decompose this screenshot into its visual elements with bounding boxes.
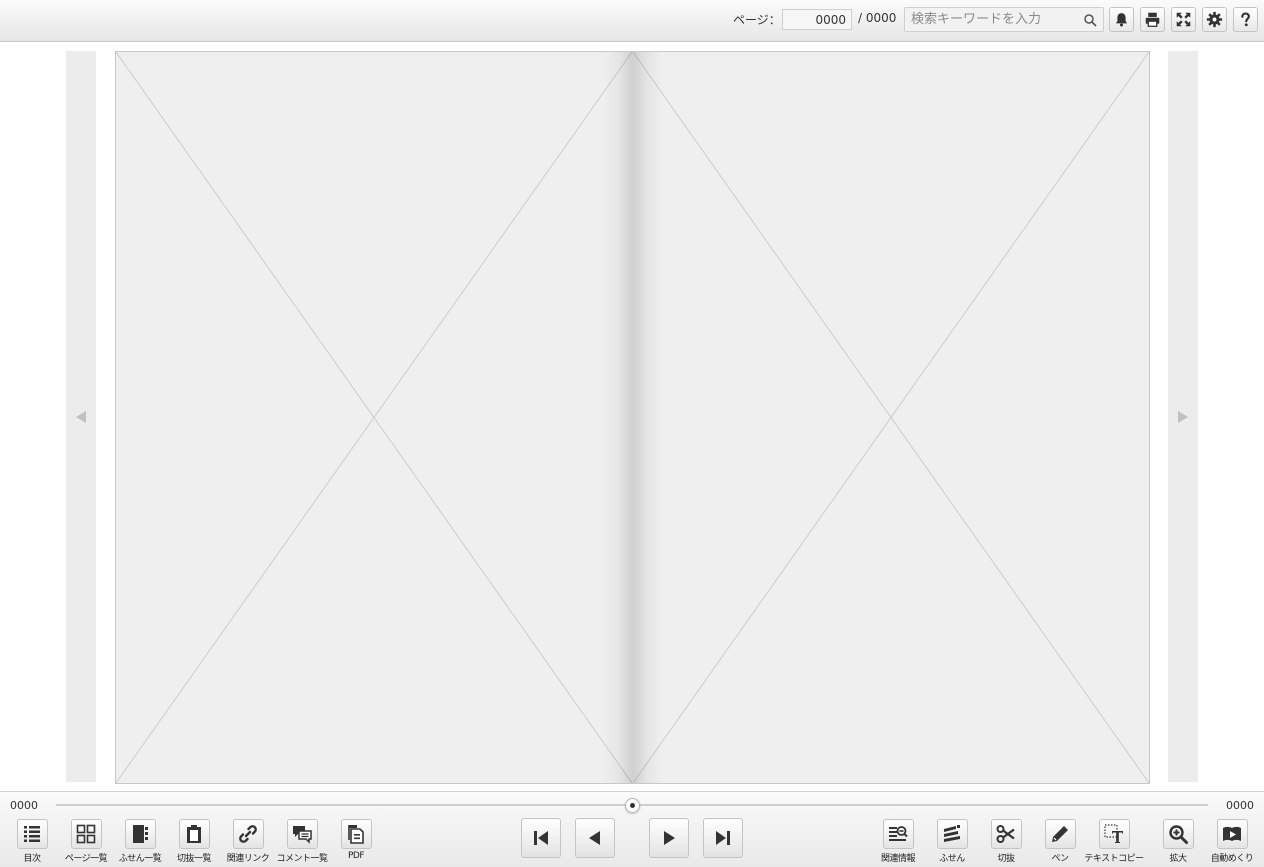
related-links-label: 関連リンク: [226, 854, 270, 864]
search-icon[interactable]: [1083, 12, 1097, 27]
link-icon: [239, 825, 257, 843]
help-button[interactable]: [1233, 7, 1258, 32]
search-box: [904, 7, 1104, 32]
sticky-list-tool[interactable]: ふせん一覧: [116, 819, 164, 864]
text-copy-label: テキストコピー: [1084, 854, 1144, 864]
prev-page-icon: [589, 831, 600, 845]
image-placeholder-icon: [633, 52, 1149, 783]
sticky-button[interactable]: [936, 819, 968, 849]
pen-label: ペン: [1051, 854, 1069, 864]
sticky-notes-icon: [133, 825, 148, 843]
sticky-note-icon: [944, 825, 960, 842]
text-copy-tool[interactable]: テキストコピー: [1084, 819, 1144, 864]
comments-icon: [293, 826, 312, 844]
sticky-list-label: ふせん一覧: [118, 854, 162, 864]
next-page-button[interactable]: [649, 818, 689, 858]
prev-page-side-button[interactable]: [66, 51, 96, 782]
sticky-tool[interactable]: ふせん: [928, 819, 976, 864]
print-icon: [1145, 12, 1160, 27]
autoplay-icon: [1223, 826, 1241, 841]
related-info-icon: [889, 826, 908, 841]
page-label: ページ：: [733, 13, 781, 27]
toc-tool[interactable]: 目次: [8, 819, 56, 864]
clipping-list-button[interactable]: [178, 819, 210, 849]
slider-end-label: 0000: [1226, 799, 1254, 812]
pdf-icon: [348, 825, 364, 844]
notification-button[interactable]: [1109, 7, 1134, 32]
last-page-button[interactable]: [703, 818, 743, 858]
fullscreen-button[interactable]: [1171, 7, 1196, 32]
zoom-tool[interactable]: 拡大: [1154, 819, 1202, 864]
bell-icon: [1115, 13, 1128, 27]
clipping-list-tool[interactable]: 切抜一覧: [170, 819, 218, 864]
first-page-icon: [534, 831, 548, 845]
related-info-label: 関連情報: [880, 854, 916, 864]
settings-button[interactable]: [1202, 7, 1227, 32]
left-page[interactable]: [116, 52, 632, 783]
clipboard-icon: [187, 825, 201, 843]
comment-list-label: コメント一覧: [276, 854, 329, 864]
related-info-button[interactable]: [882, 819, 914, 849]
autoplay-label: 自動めくり: [1210, 854, 1254, 864]
pen-icon: [1052, 826, 1068, 842]
pen-tool[interactable]: ペン: [1036, 819, 1084, 864]
text-copy-button[interactable]: [1098, 819, 1130, 849]
slider-start-label: 0000: [10, 799, 38, 812]
search-input[interactable]: [905, 8, 1077, 31]
pen-button[interactable]: [1044, 819, 1076, 849]
sticky-label: ふせん: [939, 854, 965, 864]
right-page[interactable]: [633, 52, 1149, 783]
gear-icon: [1206, 11, 1223, 28]
page-list-tool[interactable]: ページ一覧: [62, 819, 110, 864]
page-list-button[interactable]: [70, 819, 102, 849]
zoom-in-icon: [1169, 825, 1188, 844]
comment-list-tool[interactable]: コメント一覧: [276, 819, 329, 864]
pdf-label: PDF: [347, 851, 365, 861]
clip-tool[interactable]: 切抜: [982, 819, 1030, 864]
toc-button[interactable]: [16, 819, 48, 849]
autoplay-button[interactable]: [1216, 819, 1248, 849]
page-total: / 0000: [858, 11, 897, 25]
related-info-tool[interactable]: 関連情報: [874, 819, 922, 864]
scissors-icon: [996, 825, 1015, 843]
right-triangle-icon: [1178, 410, 1188, 423]
comment-list-button[interactable]: [286, 819, 318, 849]
top-header: ページ： / 0000: [0, 0, 1264, 42]
next-page-side-button[interactable]: [1168, 51, 1198, 782]
page-list-label: ページ一覧: [64, 854, 108, 864]
page-number-input[interactable]: [782, 9, 852, 30]
bottom-toolbar: 0000 0000 目次 ページ一覧 ふせん一覧 切抜一覧 関連リンク コメント…: [0, 791, 1264, 867]
page-slider-handle[interactable]: [624, 798, 640, 813]
image-placeholder-icon: [116, 52, 632, 783]
last-page-icon: [716, 831, 730, 845]
zoom-button[interactable]: [1162, 819, 1194, 849]
fullscreen-icon: [1176, 12, 1191, 27]
next-page-icon: [664, 831, 675, 845]
help-icon: [1241, 12, 1250, 27]
clip-button[interactable]: [990, 819, 1022, 849]
zoom-label: 拡大: [1169, 854, 1187, 864]
print-button[interactable]: [1140, 7, 1165, 32]
grid-icon: [76, 824, 96, 844]
related-links-tool[interactable]: 関連リンク: [224, 819, 272, 864]
toc-label: 目次: [23, 854, 41, 864]
sticky-list-button[interactable]: [124, 819, 156, 849]
text-copy-icon: [1104, 824, 1123, 843]
clip-label: 切抜: [997, 854, 1015, 864]
clipping-list-label: 切抜一覧: [176, 854, 212, 864]
first-page-button[interactable]: [521, 818, 561, 858]
autoplay-tool[interactable]: 自動めくり: [1208, 819, 1256, 864]
pdf-tool[interactable]: PDF: [332, 819, 380, 861]
left-triangle-icon: [76, 410, 86, 423]
prev-page-button[interactable]: [575, 818, 615, 858]
list-icon: [24, 826, 40, 842]
pdf-button[interactable]: [340, 819, 372, 849]
page-spread[interactable]: [115, 51, 1150, 784]
related-links-button[interactable]: [232, 819, 264, 849]
